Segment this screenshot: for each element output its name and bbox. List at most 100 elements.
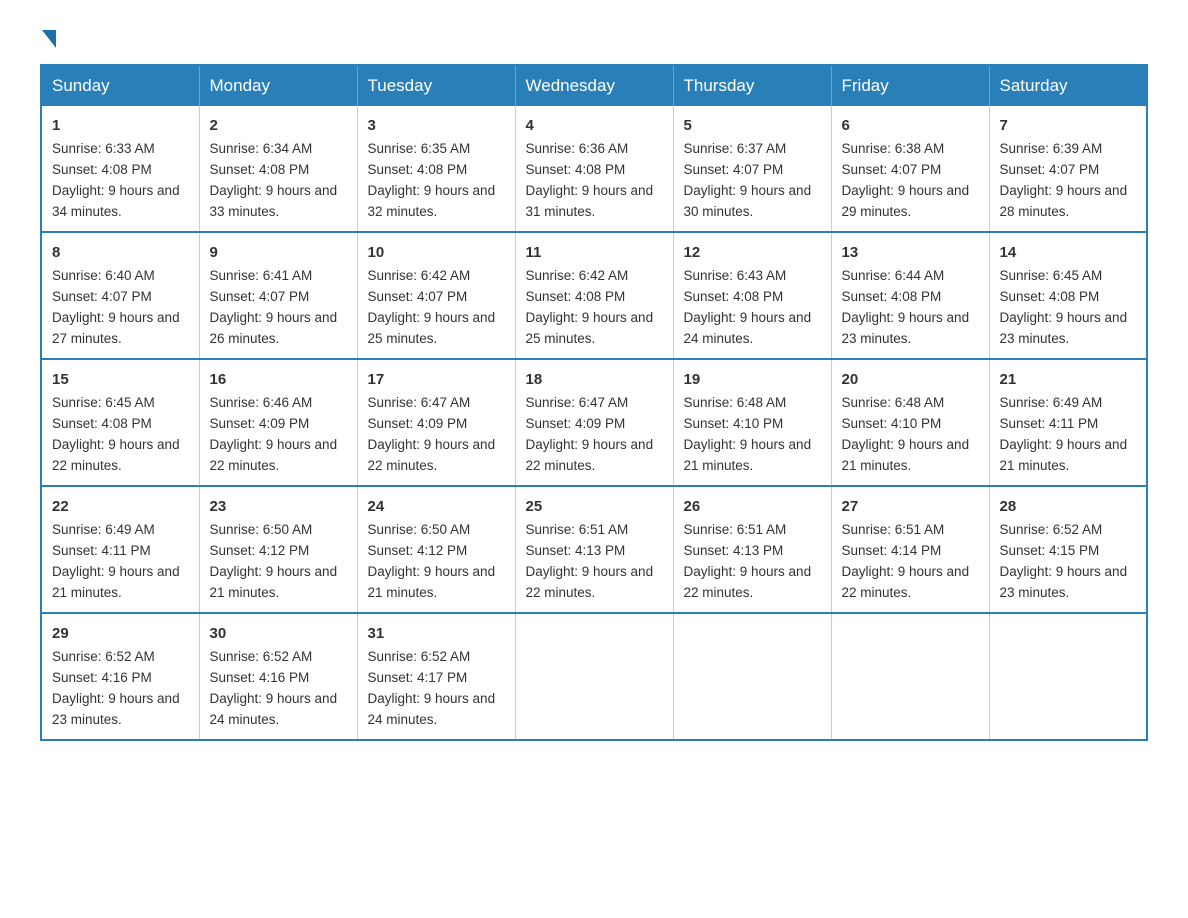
calendar-day-cell: 12Sunrise: 6:43 AMSunset: 4:08 PMDayligh…	[673, 232, 831, 359]
sunrise-info: Sunrise: 6:36 AM	[526, 141, 629, 156]
sunrise-info: Sunrise: 6:40 AM	[52, 268, 155, 283]
sunset-info: Sunset: 4:08 PM	[1000, 289, 1100, 304]
calendar-day-cell: 15Sunrise: 6:45 AMSunset: 4:08 PMDayligh…	[41, 359, 199, 486]
sunrise-info: Sunrise: 6:50 AM	[368, 522, 471, 537]
day-number: 4	[526, 114, 663, 137]
daylight-info: Daylight: 9 hours and 21 minutes.	[52, 564, 180, 600]
sunrise-info: Sunrise: 6:42 AM	[526, 268, 629, 283]
day-number: 23	[210, 495, 347, 518]
calendar-day-cell: 4Sunrise: 6:36 AMSunset: 4:08 PMDaylight…	[515, 106, 673, 232]
calendar-day-cell: 28Sunrise: 6:52 AMSunset: 4:15 PMDayligh…	[989, 486, 1147, 613]
sunrise-info: Sunrise: 6:47 AM	[526, 395, 629, 410]
sunset-info: Sunset: 4:08 PM	[210, 162, 310, 177]
day-number: 9	[210, 241, 347, 264]
daylight-info: Daylight: 9 hours and 21 minutes.	[1000, 437, 1128, 473]
sunset-info: Sunset: 4:08 PM	[52, 416, 152, 431]
calendar-day-cell: 20Sunrise: 6:48 AMSunset: 4:10 PMDayligh…	[831, 359, 989, 486]
sunrise-info: Sunrise: 6:48 AM	[842, 395, 945, 410]
day-of-week-header: Thursday	[673, 65, 831, 106]
sunrise-info: Sunrise: 6:43 AM	[684, 268, 787, 283]
calendar-day-cell: 18Sunrise: 6:47 AMSunset: 4:09 PMDayligh…	[515, 359, 673, 486]
calendar-week-row: 29 Sunrise: 6:52 AM Sunset: 4:16 PM Dayligh…	[41, 613, 1147, 740]
day-of-week-header: Wednesday	[515, 65, 673, 106]
day-of-week-header: Sunday	[41, 65, 199, 106]
daylight-info: Daylight: 9 hours and 22 minutes.	[52, 437, 180, 473]
sunrise-info: Sunrise: 6:51 AM	[526, 522, 629, 537]
sunrise-info: Sunrise: 6:46 AM	[210, 395, 313, 410]
day-number: 19	[684, 368, 821, 391]
daylight-info: Daylight: 9 hours and 22 minutes.	[842, 564, 970, 600]
daylight-info: Daylight: 9 hours and 24 minutes.	[368, 691, 496, 727]
sunset-info: Sunset: 4:08 PM	[842, 289, 942, 304]
sunset-info: Sunset: 4:07 PM	[1000, 162, 1100, 177]
calendar-table: SundayMondayTuesdayWednesdayThursdayFrid…	[40, 64, 1148, 741]
day-of-week-header: Tuesday	[357, 65, 515, 106]
daylight-info: Daylight: 9 hours and 34 minutes.	[52, 183, 180, 219]
sunset-info: Sunset: 4:08 PM	[526, 289, 626, 304]
calendar-day-cell: 8Sunrise: 6:40 AMSunset: 4:07 PMDaylight…	[41, 232, 199, 359]
day-number: 10	[368, 241, 505, 264]
calendar-header-row: SundayMondayTuesdayWednesdayThursdayFrid…	[41, 65, 1147, 106]
sunset-info: Sunset: 4:16 PM	[210, 670, 310, 685]
sunset-info: Sunset: 4:11 PM	[1000, 416, 1099, 431]
sunrise-info: Sunrise: 6:48 AM	[684, 395, 787, 410]
daylight-info: Daylight: 9 hours and 25 minutes.	[526, 310, 654, 346]
calendar-day-cell: 22Sunrise: 6:49 AMSunset: 4:11 PMDayligh…	[41, 486, 199, 613]
day-of-week-header: Saturday	[989, 65, 1147, 106]
daylight-info: Daylight: 9 hours and 21 minutes.	[368, 564, 496, 600]
calendar-day-cell: 3Sunrise: 6:35 AMSunset: 4:08 PMDaylight…	[357, 106, 515, 232]
sunrise-info: Sunrise: 6:51 AM	[842, 522, 945, 537]
calendar-day-cell: 11Sunrise: 6:42 AMSunset: 4:08 PMDayligh…	[515, 232, 673, 359]
sunset-info: Sunset: 4:07 PM	[684, 162, 784, 177]
daylight-info: Daylight: 9 hours and 22 minutes.	[684, 564, 812, 600]
sunset-info: Sunset: 4:08 PM	[526, 162, 626, 177]
sunset-info: Sunset: 4:09 PM	[526, 416, 626, 431]
day-number: 14	[1000, 241, 1137, 264]
sunset-info: Sunset: 4:07 PM	[368, 289, 468, 304]
sunrise-info: Sunrise: 6:52 AM	[1000, 522, 1103, 537]
sunset-info: Sunset: 4:07 PM	[210, 289, 310, 304]
day-number: 15	[52, 368, 189, 391]
daylight-info: Daylight: 9 hours and 32 minutes.	[368, 183, 496, 219]
daylight-info: Daylight: 9 hours and 24 minutes.	[684, 310, 812, 346]
sunset-info: Sunset: 4:13 PM	[526, 543, 626, 558]
daylight-info: Daylight: 9 hours and 23 minutes.	[52, 691, 180, 727]
sunset-info: Sunset: 4:11 PM	[52, 543, 151, 558]
daylight-info: Daylight: 9 hours and 21 minutes.	[684, 437, 812, 473]
sunset-info: Sunset: 4:14 PM	[842, 543, 942, 558]
calendar-day-cell: 13Sunrise: 6:44 AMSunset: 4:08 PMDayligh…	[831, 232, 989, 359]
calendar-day-cell: 21Sunrise: 6:49 AMSunset: 4:11 PMDayligh…	[989, 359, 1147, 486]
calendar-week-row: 8Sunrise: 6:40 AMSunset: 4:07 PMDaylight…	[41, 232, 1147, 359]
logo-arrow-icon	[42, 30, 56, 48]
day-number: 29	[52, 622, 189, 645]
sunrise-info: Sunrise: 6:34 AM	[210, 141, 313, 156]
daylight-info: Daylight: 9 hours and 22 minutes.	[526, 437, 654, 473]
sunset-info: Sunset: 4:10 PM	[842, 416, 942, 431]
day-of-week-header: Friday	[831, 65, 989, 106]
sunrise-info: Sunrise: 6:41 AM	[210, 268, 313, 283]
page-header	[40, 30, 1148, 44]
calendar-day-cell: 24Sunrise: 6:50 AMSunset: 4:12 PMDayligh…	[357, 486, 515, 613]
sunrise-info: Sunrise: 6:52 AM	[368, 649, 471, 664]
calendar-day-cell: 10Sunrise: 6:42 AMSunset: 4:07 PMDayligh…	[357, 232, 515, 359]
calendar-day-cell: 31Sunrise: 6:52 AMSunset: 4:17 PMDayligh…	[357, 613, 515, 740]
calendar-day-cell: 26Sunrise: 6:51 AMSunset: 4:13 PMDayligh…	[673, 486, 831, 613]
daylight-info: Daylight: 9 hours and 25 minutes.	[368, 310, 496, 346]
calendar-day-cell: 17Sunrise: 6:47 AMSunset: 4:09 PMDayligh…	[357, 359, 515, 486]
day-number: 6	[842, 114, 979, 137]
daylight-info: Daylight: 9 hours and 21 minutes.	[842, 437, 970, 473]
sunrise-info: Sunrise: 6:47 AM	[368, 395, 471, 410]
day-number: 13	[842, 241, 979, 264]
daylight-info: Daylight: 9 hours and 33 minutes.	[210, 183, 338, 219]
day-number: 21	[1000, 368, 1137, 391]
sunrise-info: Sunrise: 6:39 AM	[1000, 141, 1103, 156]
sunset-info: Sunset: 4:09 PM	[368, 416, 468, 431]
calendar-day-cell	[673, 613, 831, 740]
daylight-info: Daylight: 9 hours and 22 minutes.	[526, 564, 654, 600]
calendar-day-cell: 29Sunrise: 6:52 AMSunset: 4:16 PMDayligh…	[41, 613, 199, 740]
calendar-day-cell: 27Sunrise: 6:51 AMSunset: 4:14 PMDayligh…	[831, 486, 989, 613]
day-number: 22	[52, 495, 189, 518]
day-number: 16	[210, 368, 347, 391]
sunrise-info: Sunrise: 6:51 AM	[684, 522, 787, 537]
calendar-week-row: 22Sunrise: 6:49 AMSunset: 4:11 PMDayligh…	[41, 486, 1147, 613]
